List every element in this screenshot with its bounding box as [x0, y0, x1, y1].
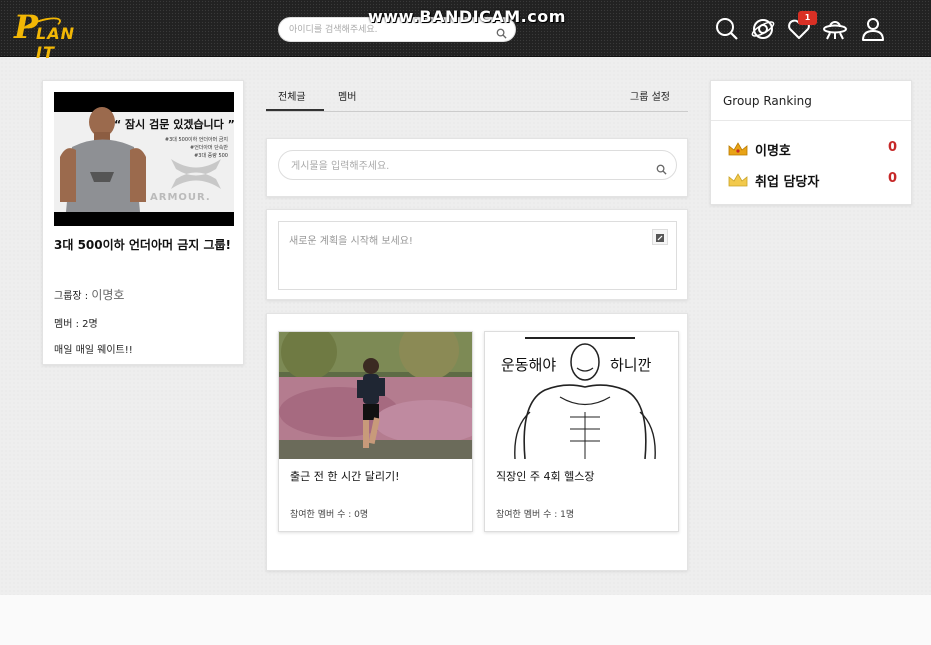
plan-member-count: 참여한 멤버 수 : 0명	[290, 507, 368, 520]
planit-logo[interactable]: P LAN IT	[14, 8, 94, 62]
ufo-icon[interactable]	[822, 16, 848, 42]
muscle-meme-drawing	[485, 332, 678, 459]
plan-image: 운동해야 하니깐	[485, 332, 678, 459]
member-count-label: 참여한 멤버 수 :	[290, 510, 355, 520]
ranking-title: Group Ranking	[723, 94, 812, 108]
plan-member-count: 참여한 멤버 수 : 1명	[496, 507, 574, 520]
brand-logo-text: ARMOUR.	[150, 192, 211, 203]
plan-title: 출근 전 한 시간 달리기!	[290, 470, 400, 483]
active-tab-indicator	[266, 109, 324, 111]
members-label: 멤버 :	[54, 319, 83, 330]
group-info-card: “ 잠시 검문 있겠습니다 ” #3대 500이하 언더아머 금지 #언더아머 …	[42, 80, 244, 365]
logo-text: LAN IT	[36, 24, 75, 62]
members-count: 2명	[82, 319, 98, 330]
ranking-name: 이명호	[755, 144, 791, 159]
ranking-score: 0	[887, 171, 897, 186]
meme-text: 운동해야	[501, 356, 557, 374]
group-ranking-card: Group Ranking 이명호 0 취업 담당자 0	[710, 80, 912, 205]
ranking-row: 취업 담당자 0	[727, 169, 897, 190]
leader-name: 이명호	[91, 288, 125, 302]
plans-card: 출근 전 한 시간 달리기! 참여한 멤버 수 : 0명 운동해야 하니깐 직장…	[266, 313, 688, 571]
member-count-value: 0명	[354, 510, 369, 520]
top-navbar: P LAN IT www.BANDICAM.com 1	[0, 0, 931, 62]
member-count-label: 참여한 멤버 수 :	[496, 510, 561, 520]
meme-text: 하니깐	[610, 356, 652, 374]
group-leader: 그룹장 : 이명호	[54, 286, 124, 303]
post-search-input[interactable]	[291, 158, 631, 174]
brand-logo-graphic	[171, 159, 221, 189]
logo-letter: P	[14, 8, 39, 46]
image-caption: #언더아머 단속반	[190, 145, 228, 151]
notification-badge: 1	[798, 11, 817, 25]
plan-title: 직장인 주 4회 헬스장	[496, 470, 595, 483]
search-icon[interactable]	[714, 16, 740, 42]
crown-icon	[728, 173, 748, 187]
group-tabs: 전체글 멤버 그룹 설정	[266, 80, 688, 112]
plan-card[interactable]: 운동해야 하니깐 직장인 주 4회 헬스장 참여한 멤버 수 : 1명	[484, 331, 679, 532]
ranking-header: Group Ranking	[711, 81, 911, 121]
member-count-value: 1명	[560, 510, 575, 520]
tab-members[interactable]: 멤버	[338, 88, 356, 103]
bottom-area	[0, 595, 931, 645]
pencil-icon	[656, 234, 664, 242]
plan-image	[279, 332, 472, 459]
new-plan-input[interactable]	[289, 232, 629, 272]
user-icon[interactable]	[860, 16, 886, 42]
group-title: 3대 500이하 언더아머 금지 그룹!	[54, 238, 232, 252]
tab-all-posts[interactable]: 전체글	[278, 88, 306, 103]
plan-card[interactable]: 출근 전 한 시간 달리기! 참여한 멤버 수 : 0명	[278, 331, 473, 532]
leader-label: 그룹장 :	[54, 291, 92, 302]
image-quote: “ 잠시 검문 있겠습니다 ”	[114, 118, 234, 131]
search-icon[interactable]	[656, 160, 667, 179]
ranking-row: 이명호 0	[727, 138, 897, 159]
crown-icon	[728, 142, 748, 156]
image-caption: #3대 500이하 언더아머 금지	[164, 137, 228, 143]
ranking-score: 0	[887, 140, 897, 155]
running-man-photo	[279, 332, 472, 459]
group-image: “ 잠시 검문 있겠습니다 ” #3대 500이하 언더아머 금지 #언더아머 …	[54, 92, 234, 226]
planet-icon[interactable]	[750, 16, 776, 42]
search-icon[interactable]	[496, 24, 507, 43]
edit-button[interactable]	[652, 229, 668, 245]
new-plan-card	[266, 209, 688, 300]
post-search-bar	[278, 150, 677, 180]
group-members: 멤버 : 2명	[54, 315, 98, 330]
tab-group-settings[interactable]: 그룹 설정	[630, 88, 670, 103]
recording-watermark: www.BANDICAM.com	[368, 7, 566, 26]
post-search-card	[266, 138, 688, 197]
new-plan-box	[278, 221, 677, 290]
ranking-name: 취업 담당자	[755, 175, 820, 190]
group-description: 매일 매일 웨이트!!	[54, 345, 133, 356]
